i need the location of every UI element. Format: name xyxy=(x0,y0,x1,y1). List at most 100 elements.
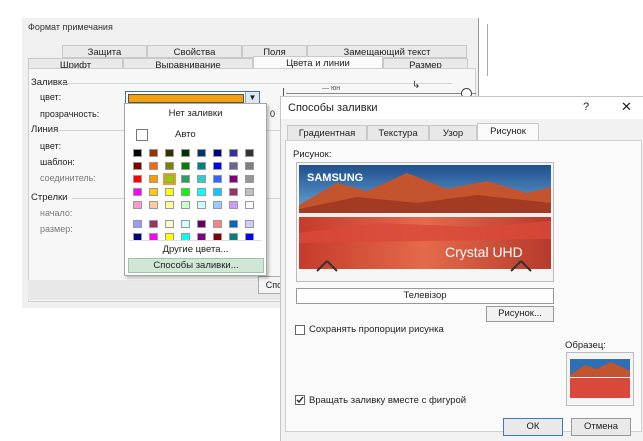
color-swatch[interactable] xyxy=(133,162,142,170)
color-swatch[interactable] xyxy=(133,188,142,196)
color-swatch[interactable] xyxy=(181,220,190,228)
slider-caption: — юн xyxy=(322,85,341,92)
color-swatch[interactable] xyxy=(133,201,142,209)
color-swatch[interactable] xyxy=(245,201,254,209)
color-swatch[interactable] xyxy=(149,162,158,170)
keep-proportions-label[interactable]: Сохранять пропорции рисунка xyxy=(309,324,444,335)
checkmark-icon xyxy=(296,396,304,404)
sample-label: Образец: xyxy=(565,340,606,351)
tab-gradient[interactable]: Градиентная xyxy=(287,125,367,141)
color-swatch[interactable] xyxy=(197,149,206,157)
color-swatch[interactable] xyxy=(197,188,206,196)
color-swatch[interactable] xyxy=(229,201,238,209)
color-swatch[interactable] xyxy=(245,220,254,228)
arrow-start-label: начало: xyxy=(40,208,73,218)
picture-preview: SAMSUNG Crystal UHD xyxy=(296,162,554,282)
sample-image xyxy=(567,353,633,405)
dialog-title: Формат примечания xyxy=(28,22,113,32)
tv-brand: SAMSUNG xyxy=(307,172,363,184)
color-swatch[interactable] xyxy=(181,149,190,157)
transparency-slider-track[interactable] xyxy=(286,93,476,94)
no-fill-option[interactable]: Нет заливки xyxy=(125,108,266,119)
tv-model-text: Crystal UHD xyxy=(445,244,523,260)
sample-preview xyxy=(566,352,634,406)
transparency-label: прозрачность: xyxy=(40,109,100,119)
color-swatch[interactable] xyxy=(213,149,222,157)
transparency-value[interactable]: 0 xyxy=(270,109,275,119)
tab-picture[interactable]: Рисунок xyxy=(477,123,539,141)
tv-picture: SAMSUNG Crystal UHD xyxy=(297,163,553,281)
color-swatch[interactable] xyxy=(229,220,238,228)
color-swatch[interactable] xyxy=(197,162,206,170)
color-swatch[interactable] xyxy=(229,175,238,183)
section-divider xyxy=(62,83,452,84)
color-swatch[interactable] xyxy=(149,149,158,157)
palette-separator xyxy=(129,240,262,241)
window-edge xyxy=(487,24,488,76)
color-swatch[interactable] xyxy=(245,162,254,170)
color-swatch[interactable] xyxy=(163,173,176,185)
tab-texture[interactable]: Текстура xyxy=(367,125,429,141)
color-swatch[interactable] xyxy=(133,220,142,228)
color-swatch[interactable] xyxy=(133,175,142,183)
color-swatch[interactable] xyxy=(165,188,174,196)
chevron-down-icon[interactable]: ▼ xyxy=(245,92,259,103)
help-button[interactable]: ? xyxy=(583,101,589,113)
color-swatch[interactable] xyxy=(245,149,254,157)
line-section-title: Линия xyxy=(31,124,59,135)
color-palette-dropdown[interactable]: Нет заливки Авто Другие цвета... Способы… xyxy=(124,103,267,276)
dialog-title: Способы заливки xyxy=(288,102,378,114)
color-swatch[interactable] xyxy=(229,188,238,196)
auto-color-swatch[interactable] xyxy=(136,129,148,141)
color-swatch[interactable] xyxy=(149,201,158,209)
tab-properties[interactable]: Свойства xyxy=(147,45,242,58)
color-swatch[interactable] xyxy=(213,175,222,183)
color-swatch[interactable] xyxy=(181,201,190,209)
color-swatch[interactable] xyxy=(133,149,142,157)
select-picture-button[interactable]: Рисунок... xyxy=(486,306,554,322)
cancel-button[interactable]: Отмена xyxy=(571,418,631,436)
close-icon[interactable]: ✕ xyxy=(621,99,632,115)
fill-color-label: цвет: xyxy=(40,92,62,102)
color-swatch[interactable] xyxy=(213,220,222,228)
picture-name-field[interactable]: Телевізор xyxy=(296,288,554,304)
pattern-label: шаблон: xyxy=(40,157,75,167)
color-swatch[interactable] xyxy=(197,201,206,209)
rotate-with-shape-label[interactable]: Вращать заливку вместе с фигурой xyxy=(309,395,466,406)
auto-option[interactable]: Авто xyxy=(175,129,196,140)
arrow-size-label: размер: xyxy=(40,224,73,234)
color-swatch[interactable] xyxy=(149,175,158,183)
picture-label: Рисунок: xyxy=(293,149,332,160)
color-swatch[interactable] xyxy=(213,201,222,209)
tab-pattern[interactable]: Узор xyxy=(429,125,477,141)
color-swatch[interactable] xyxy=(197,220,206,228)
color-swatch[interactable] xyxy=(213,188,222,196)
color-swatch[interactable] xyxy=(165,149,174,157)
color-swatch[interactable] xyxy=(149,220,158,228)
color-swatch[interactable] xyxy=(165,201,174,209)
color-swatch[interactable] xyxy=(245,188,254,196)
color-swatch[interactable] xyxy=(181,188,190,196)
color-swatch[interactable] xyxy=(245,175,254,183)
tab-protection[interactable]: Защита xyxy=(62,45,147,58)
color-swatch[interactable] xyxy=(229,149,238,157)
fill-methods-option[interactable]: Способы заливки... xyxy=(128,258,264,273)
color-swatch[interactable] xyxy=(165,220,174,228)
window-edge xyxy=(478,18,479,98)
selected-color-swatch xyxy=(128,94,244,103)
fill-effects-dialog: Способы заливки ? ✕ Градиентная Текстура… xyxy=(280,96,643,441)
color-swatch[interactable] xyxy=(213,162,222,170)
arrows-section-title: Стрелки xyxy=(31,192,68,203)
color-swatch[interactable] xyxy=(149,188,158,196)
color-swatch[interactable] xyxy=(229,162,238,170)
color-swatch[interactable] xyxy=(165,162,174,170)
ok-button[interactable]: ОК xyxy=(503,418,563,436)
color-swatch[interactable] xyxy=(197,175,206,183)
connector-label: соединитель: xyxy=(40,173,96,183)
color-swatch[interactable] xyxy=(181,162,190,170)
line-color-label: цвет: xyxy=(40,141,62,151)
rotate-with-shape-checkbox[interactable] xyxy=(295,395,305,405)
color-swatch[interactable] xyxy=(181,175,190,183)
other-colors-option[interactable]: Другие цвета... xyxy=(125,244,266,255)
keep-proportions-checkbox[interactable] xyxy=(295,325,305,335)
